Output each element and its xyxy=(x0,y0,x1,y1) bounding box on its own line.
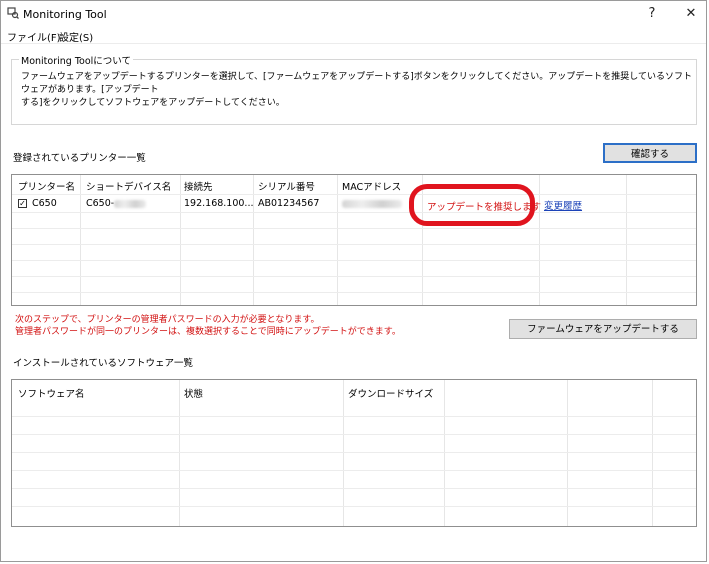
col-divider xyxy=(179,380,180,526)
help-button[interactable]: ? xyxy=(639,5,665,23)
col-header-serial[interactable]: シリアル番号 xyxy=(258,179,315,193)
row-divider xyxy=(12,452,696,453)
menu-settings[interactable]: 設定(S) xyxy=(59,29,93,44)
col-header-download-size[interactable]: ダウンロードサイズ xyxy=(348,386,433,400)
col-header-short-device[interactable]: ショートデバイス名 xyxy=(86,179,171,193)
col-header-mac[interactable]: MACアドレス xyxy=(342,179,401,193)
col-divider xyxy=(444,380,445,526)
cell-mac xyxy=(342,198,402,209)
col-header-printer-name[interactable]: プリンター名 xyxy=(18,179,75,193)
menu-bar: ファイル(F) 設定(S) xyxy=(1,27,706,44)
row-divider xyxy=(12,506,696,507)
row-divider xyxy=(12,470,696,471)
menu-file[interactable]: ファイル(F) xyxy=(7,29,61,44)
row-divider xyxy=(12,416,696,417)
cell-printer-name: C650 xyxy=(32,198,57,209)
check-button[interactable]: 確認する xyxy=(603,143,697,163)
redacted-block xyxy=(114,199,147,208)
cell-serial: AB01234567 xyxy=(258,198,320,209)
row-divider xyxy=(12,434,696,435)
status-highlight-annotation xyxy=(409,184,535,226)
col-divider xyxy=(567,380,568,526)
row-divider xyxy=(12,244,696,245)
row-divider xyxy=(12,292,696,293)
row-divider xyxy=(12,488,696,489)
col-divider xyxy=(343,380,344,526)
app-icon xyxy=(7,7,19,19)
window-title: Monitoring Tool xyxy=(23,8,107,21)
software-list-label: インストールされているソフトウェア一覧 xyxy=(13,358,194,369)
row-divider xyxy=(12,212,696,213)
notice-line2: 管理者パスワードが同一のプリンターは、複数選択することで同時にアップデートができ… xyxy=(15,327,401,337)
about-legend: Monitoring Toolについて xyxy=(19,53,133,67)
about-text-line1: ファームウェアをアップデートするプリンターを選択して、[ファームウェアをアップデ… xyxy=(21,72,692,95)
short-device-prefix: C650- xyxy=(86,198,115,209)
col-header-software-name[interactable]: ソフトウェア名 xyxy=(18,386,85,400)
cell-connection: 192.168.100... xyxy=(184,198,254,209)
software-list[interactable]: ソフトウェア名 状態 ダウンロードサイズ xyxy=(11,379,697,527)
col-divider xyxy=(652,380,653,526)
cell-short-device: C650- xyxy=(86,198,147,209)
row-divider xyxy=(12,228,696,229)
password-notice: 次のステップで、プリンターの管理者パスワードの入力が必要となります。 管理者パス… xyxy=(15,314,401,338)
printer-list[interactable]: プリンター名 ショートデバイス名 接続先 シリアル番号 MACアドレス ✓ C6… xyxy=(11,174,697,306)
printer-select-checkbox[interactable]: ✓ xyxy=(18,199,27,208)
update-firmware-button[interactable]: ファームウェアをアップデートする xyxy=(509,319,697,339)
about-text-line2: する]をクリックしてソフトウェアをアップデートしてください。 xyxy=(21,98,285,108)
col-header-connection[interactable]: 接続先 xyxy=(184,179,213,193)
row-divider xyxy=(12,194,696,195)
close-button[interactable]: ✕ xyxy=(678,5,704,23)
row-divider xyxy=(12,260,696,261)
printer-list-label: 登録されているプリンター一覧 xyxy=(13,153,146,164)
printer-list-scrollbar[interactable] xyxy=(686,175,696,305)
notice-line1: 次のステップで、プリンターの管理者パスワードの入力が必要となります。 xyxy=(15,315,320,325)
redacted-block xyxy=(342,199,402,208)
main-window: Monitoring Tool ? ✕ ファイル(F) 設定(S) Monito… xyxy=(0,0,707,562)
row-divider xyxy=(12,276,696,277)
change-history-link[interactable]: 変更履歴 xyxy=(544,198,582,212)
col-header-state[interactable]: 状態 xyxy=(184,386,203,400)
title-bar[interactable]: Monitoring Tool ? ✕ xyxy=(1,1,706,27)
about-description: ファームウェアをアップデートするプリンターを選択して、[ファームウェアをアップデ… xyxy=(21,71,693,110)
